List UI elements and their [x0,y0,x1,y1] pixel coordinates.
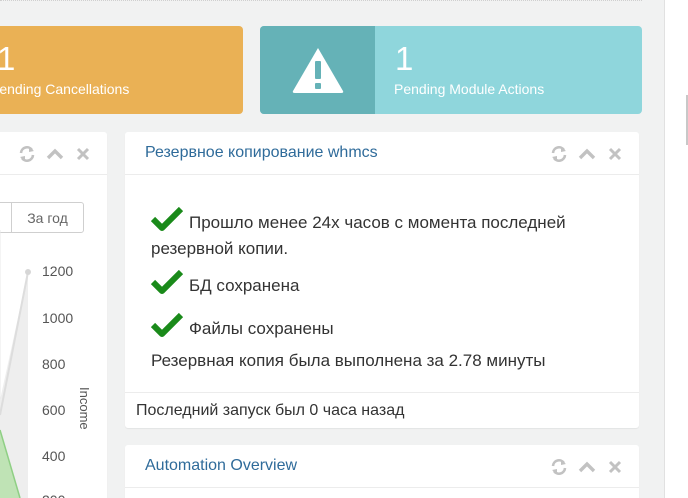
last-run-text: Последний запуск был 0 часа назад [136,402,405,419]
collapse-icon[interactable] [577,458,597,476]
checkmark-icon [151,270,183,294]
pending-module-actions-card[interactable]: 1 Pending Module Actions [260,26,642,114]
backup-panel-controls [549,145,625,163]
warning-icon-box [260,26,375,114]
collapse-icon[interactable] [577,145,597,163]
pending-cancellations-card[interactable]: 1 Pending Cancellations [0,26,243,114]
y-tick: 800 [42,356,66,372]
refresh-icon[interactable] [549,145,569,163]
income-chart-lines [0,230,31,498]
range-button-year[interactable]: За год [11,202,84,233]
files-saved-text: Файлы сохранены [189,319,334,338]
backup-panel-title: Резервное копирование whmcs [145,144,378,161]
pending-cancellations-label: Pending Cancellations [0,81,130,97]
pending-module-actions-label: Pending Module Actions [394,81,545,97]
backup-duration-text: Резервная копия была выполнена за 2.78 м… [151,351,546,370]
close-icon[interactable] [605,458,625,476]
warning-icon [292,48,343,93]
right-sidebar-edge [664,0,688,498]
income-panel-controls [17,145,93,163]
y-tick: 1000 [42,310,74,326]
y-tick: 200 [42,492,65,498]
backup-panel: Резервное копирование whmcs Прошло менее… [125,132,639,428]
y-tick: 400 [42,448,66,464]
collapse-icon[interactable] [45,145,65,163]
automation-panel: Automation Overview [125,445,639,498]
backup-panel-header: Резервное копирование whmcs [125,132,639,175]
y-axis-label: Income [77,387,92,430]
pending-module-actions-count: 1 [395,40,414,77]
y-tick: 1200 [42,263,74,279]
income-panel-header [0,132,107,175]
db-saved-line: БД сохранена [151,270,621,299]
automation-panel-controls [549,458,625,476]
backup-status-text: Прошло менее 24х часов с момента последн… [151,213,566,258]
pending-cancellations-count: 1 [0,40,16,77]
automation-panel-title: Automation Overview [145,457,298,474]
top-divider [0,0,642,2]
y-tick: 600 [42,402,66,418]
db-saved-text: БД сохранена [189,276,300,295]
refresh-icon[interactable] [17,145,37,163]
checkmark-icon [151,313,183,337]
backup-panel-body: Прошло менее 24х часов с момента последн… [151,207,621,374]
checkmark-icon [151,207,183,231]
backup-status-line: Прошло менее 24х часов с момента последн… [151,207,621,262]
close-icon[interactable] [605,145,625,163]
close-icon[interactable] [73,145,93,163]
automation-panel-header: Automation Overview [125,445,639,488]
backup-panel-footer: Последний запуск был 0 часа назад [125,392,639,428]
files-saved-line: Файлы сохранены [151,313,621,342]
refresh-icon[interactable] [549,458,569,476]
